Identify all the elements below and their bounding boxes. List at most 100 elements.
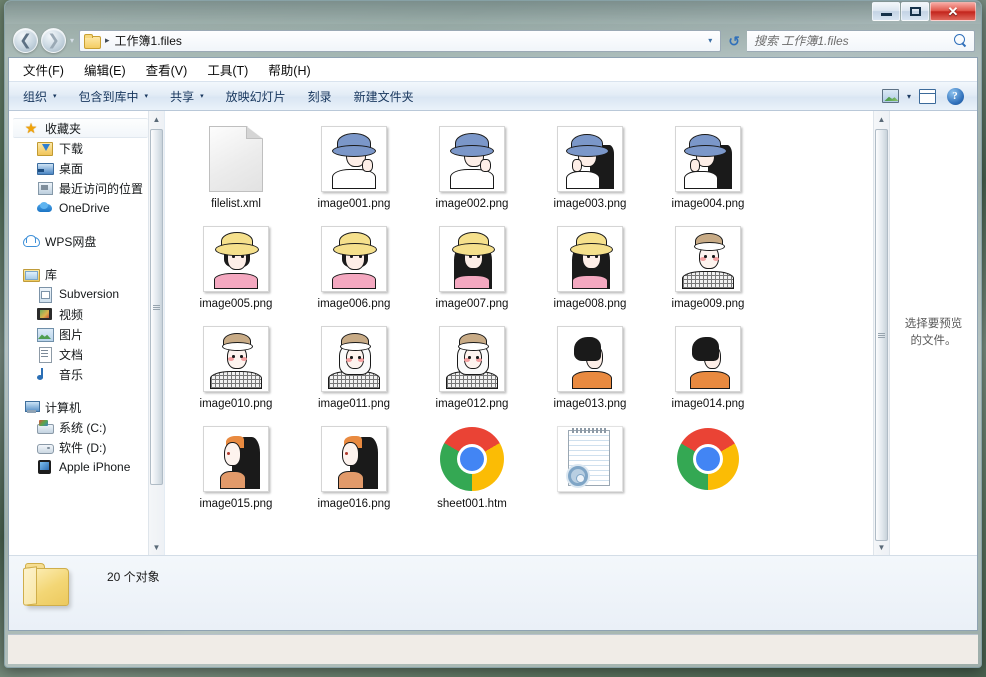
file-item[interactable]: image010.png	[177, 323, 295, 423]
toolbar-slideshow[interactable]: 放映幻灯片	[226, 88, 286, 105]
file-item[interactable]: image007.png	[413, 223, 531, 323]
file-item[interactable]: image011.png	[295, 323, 413, 423]
image-thumbnail	[324, 429, 384, 489]
sidebar-item-music[interactable]: 音乐	[9, 364, 148, 384]
toolbar-new-folder[interactable]: 新建文件夹	[354, 88, 414, 105]
menu-view[interactable]: 查看(V)	[146, 60, 188, 79]
menu-tools[interactable]: 工具(T)	[207, 60, 248, 79]
scroll-up-arrow-icon[interactable]: ▲	[874, 111, 889, 127]
file-item[interactable]: filelist.xml	[177, 123, 295, 223]
file-item[interactable]: image005.png	[177, 223, 295, 323]
file-thumbnail	[438, 125, 506, 193]
address-dropdown-caret-icon[interactable]: ▾	[702, 36, 718, 45]
sidebar-item-subversion[interactable]: Subversion	[9, 284, 148, 304]
file-item[interactable]: image002.png	[413, 123, 531, 223]
toolbar-burn[interactable]: 刻录	[308, 88, 332, 105]
toolbar-include-in-library[interactable]: 包含到库中 ▾	[79, 88, 149, 105]
preview-pane-button[interactable]	[915, 85, 939, 107]
scroll-up-arrow-icon[interactable]: ▲	[149, 111, 164, 127]
preview-placeholder-line1: 选择要预览	[904, 318, 963, 330]
navigation-pane-scrollbar[interactable]: ▲ ▼	[148, 111, 164, 555]
navigation-scroll-thumb[interactable]	[150, 129, 163, 485]
file-thumbnail	[320, 325, 388, 393]
file-item[interactable]: image012.png	[413, 323, 531, 423]
file-item[interactable]: image013.png	[531, 323, 649, 423]
file-name-label: image016.png	[317, 498, 391, 510]
close-button[interactable]: ✕	[930, 2, 976, 21]
sidebar-item-videos[interactable]: 视频	[9, 304, 148, 324]
file-item[interactable]: image009.png	[649, 223, 767, 323]
sidebar-group-favorites[interactable]: ★ 收藏夹	[13, 118, 148, 138]
minimize-button[interactable]	[872, 2, 900, 21]
sidebar-item-recent-places[interactable]: 最近访问的位置	[9, 178, 148, 198]
sidebar-group-computer[interactable]: 计算机	[9, 397, 148, 417]
image-thumbnail	[442, 229, 502, 289]
sidebar-item-onedrive[interactable]: OneDrive	[9, 198, 148, 218]
close-icon: ✕	[947, 4, 959, 19]
toolbar-share[interactable]: 共享 ▾	[170, 88, 204, 105]
file-item[interactable]: image016.png	[295, 423, 413, 523]
file-item[interactable]: image008.png	[531, 223, 649, 323]
menu-edit[interactable]: 编辑(E)	[84, 60, 126, 79]
file-item[interactable]: image003.png	[531, 123, 649, 223]
drive-c-icon	[37, 419, 54, 435]
menu-file[interactable]: 文件(F)	[23, 60, 64, 79]
sidebar-item-desktop-label: 桌面	[59, 161, 84, 176]
sidebar-item-downloads[interactable]: 下载	[9, 138, 148, 158]
sidebar-group-favorites-label: 收藏夹	[45, 121, 82, 136]
navigation-scroll-track[interactable]	[149, 127, 164, 539]
file-item[interactable]: sheet001.htm	[413, 423, 531, 523]
address-bar[interactable]: ▸ 工作簿1.files ▾	[79, 29, 722, 52]
explorer-client-area: 文件(F) 编辑(E) 查看(V) 工具(T) 帮助(H) 组织 ▾ 包含到库中…	[8, 57, 978, 631]
recent-locations-caret-icon[interactable]: ▾	[70, 36, 74, 45]
toolbar-organize[interactable]: 组织 ▾	[23, 88, 57, 105]
file-list-scroll-thumb[interactable]	[875, 129, 888, 541]
file-item[interactable]	[649, 423, 767, 523]
scroll-down-arrow-icon[interactable]: ▼	[874, 539, 889, 555]
menu-bar: 文件(F) 编辑(E) 查看(V) 工具(T) 帮助(H)	[9, 58, 977, 81]
file-item[interactable]: image006.png	[295, 223, 413, 323]
scroll-down-arrow-icon[interactable]: ▼	[149, 539, 164, 555]
chevron-down-icon: ▾	[200, 93, 204, 100]
search-input[interactable]: 搜索 工作簿1.files	[754, 32, 954, 49]
maximize-button[interactable]	[901, 2, 929, 21]
file-thumbnail	[202, 425, 270, 493]
menu-help[interactable]: 帮助(H)	[268, 60, 310, 79]
breadcrumb-path[interactable]: 工作簿1.files	[115, 32, 182, 49]
preview-placeholder: 选择要预览 的文件。	[905, 316, 963, 350]
file-list-scrollbar[interactable]: ▲ ▼	[873, 111, 889, 555]
sidebar-item-apple-iphone-label: Apple iPhone	[59, 460, 131, 474]
file-item[interactable]: image014.png	[649, 323, 767, 423]
file-thumbnail	[556, 425, 624, 493]
sidebar-item-drive-c[interactable]: 系统 (C:)	[9, 417, 148, 437]
file-item[interactable]: image015.png	[177, 423, 295, 523]
sidebar-item-drive-d[interactable]: 软件 (D:)	[9, 437, 148, 457]
preview-pane: 选择要预览 的文件。	[889, 111, 977, 555]
sidebar-item-apple-iphone[interactable]: Apple iPhone	[9, 457, 148, 477]
file-item[interactable]: image001.png	[295, 123, 413, 223]
sidebar-item-pictures[interactable]: 图片	[9, 324, 148, 344]
file-grid[interactable]: filelist.xml image001.png image002.png i…	[165, 111, 873, 555]
sidebar-item-desktop[interactable]: 桌面	[9, 158, 148, 178]
sidebar-group-wps-cloud[interactable]: WPS网盘	[9, 231, 148, 251]
forward-button[interactable]: ❯	[41, 28, 66, 53]
file-item[interactable]: image004.png	[649, 123, 767, 223]
sidebar-group-libraries[interactable]: 库	[9, 264, 148, 284]
sidebar-item-music-label: 音乐	[59, 367, 84, 382]
help-button[interactable]: ?	[943, 85, 967, 107]
maximize-icon	[909, 7, 921, 16]
view-dropdown-caret-icon[interactable]: ▾	[907, 92, 911, 101]
breadcrumb-separator-icon[interactable]: ▸	[105, 35, 110, 46]
file-name-label: image003.png	[553, 198, 627, 210]
file-item[interactable]	[531, 423, 649, 523]
file-name-label: sheet001.htm	[437, 498, 507, 510]
search-box[interactable]: 搜索 工作簿1.files	[747, 29, 975, 52]
view-mode-icon	[882, 89, 900, 103]
sidebar-item-documents[interactable]: 文档	[9, 344, 148, 364]
change-view-button[interactable]	[879, 85, 903, 107]
search-icon[interactable]	[954, 33, 968, 48]
back-button[interactable]: ❮	[13, 28, 38, 53]
refresh-button[interactable]: ↺	[721, 34, 747, 48]
file-list-scroll-track[interactable]	[874, 127, 889, 541]
sidebar-item-downloads-label: 下载	[59, 141, 84, 156]
